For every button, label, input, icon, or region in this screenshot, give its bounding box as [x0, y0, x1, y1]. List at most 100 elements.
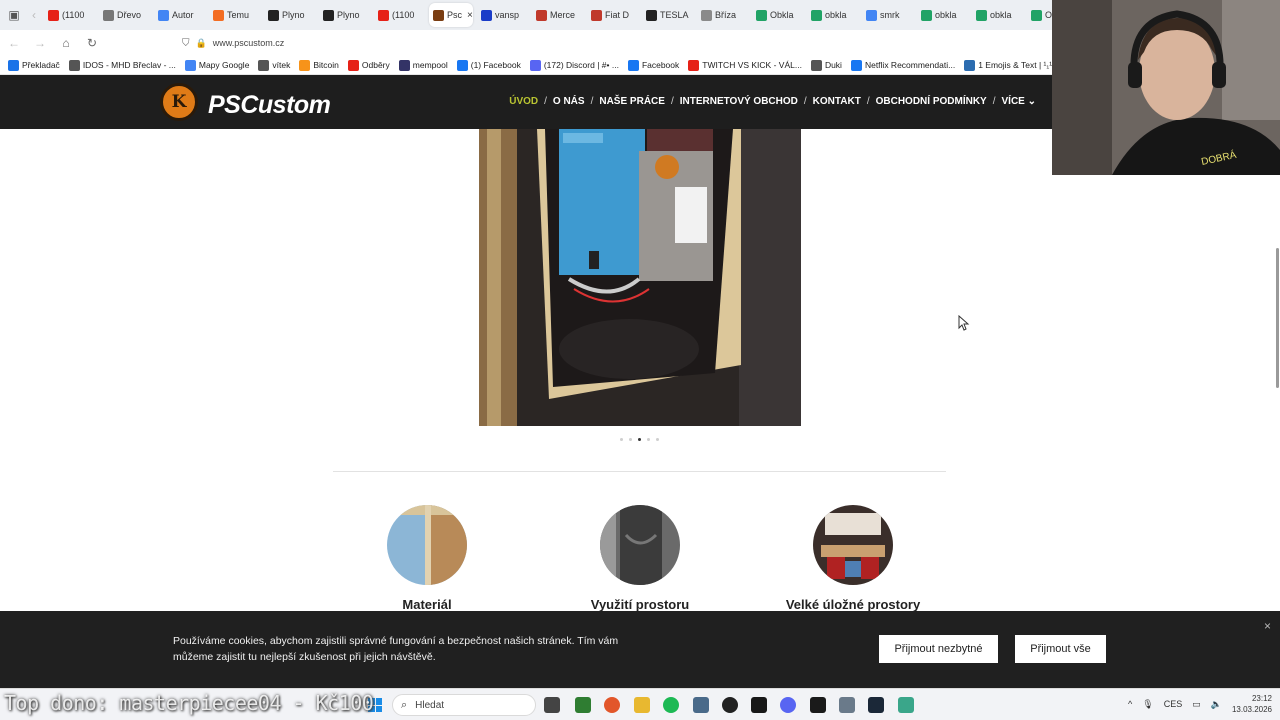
bookmark-label: 1 Emojis & Text | ¹₁¹ⓔ...	[978, 60, 1052, 70]
steam-icon[interactable]	[868, 697, 884, 713]
clock[interactable]: 23:12 13.03.2026	[1232, 693, 1272, 715]
home-icon[interactable]: ⌂	[54, 32, 78, 54]
browser-tab[interactable]: Bříza	[697, 3, 748, 27]
bookmark-item[interactable]: IDOS - MHD Břeclav - ...	[68, 59, 176, 71]
browser-tab[interactable]: vansp	[477, 3, 528, 27]
bookmark-item[interactable]: Překladač	[8, 59, 60, 71]
app-icon[interactable]	[810, 697, 826, 713]
browser-tab[interactable]: (1100	[374, 3, 425, 27]
bookmark-item[interactable]: mempool	[398, 59, 448, 71]
network-icon[interactable]: ▭	[1192, 699, 1201, 710]
bookmark-item[interactable]: Bitcoin	[299, 59, 339, 71]
close-icon[interactable]: ×	[1264, 619, 1271, 633]
slider-image	[479, 129, 801, 426]
browser-tab[interactable]: Plyno	[264, 3, 315, 27]
bookmark-item[interactable]: Odběry	[347, 59, 390, 71]
tab-overview-icon[interactable]: ▣	[4, 5, 24, 25]
discord-icon[interactable]	[780, 697, 796, 713]
back-icon[interactable]: ←	[2, 32, 26, 54]
slider-dot[interactable]	[647, 438, 650, 441]
bookmark-item[interactable]: 1 Emojis & Text | ¹₁¹ⓔ...	[964, 59, 1052, 71]
spotify-icon[interactable]	[663, 697, 679, 713]
browser-tab[interactable]: Obkla	[1027, 3, 1052, 27]
accept-all-button[interactable]: Přijmout vše	[1015, 635, 1106, 663]
bookmark-item[interactable]: Duki	[810, 59, 842, 71]
logo-mark[interactable]: K	[160, 83, 198, 121]
calculator-icon[interactable]	[693, 697, 709, 713]
bookmark-item[interactable]: Facebook	[627, 59, 679, 71]
address-bar[interactable]: ⛉ 🔒 www.pscustom.cz	[176, 33, 1036, 53]
search-placeholder: Hledat	[415, 699, 445, 711]
browser-tab[interactable]: obkla	[807, 3, 858, 27]
feature-material: Materiál	[317, 505, 537, 612]
menu-item[interactable]: O NÁS	[553, 96, 585, 107]
forward-icon[interactable]: →	[28, 32, 52, 54]
youtube-icon	[48, 9, 59, 21]
menu-item[interactable]: INTERNETOVÝ OBCHOD	[680, 96, 798, 107]
firefox-icon[interactable]	[604, 697, 620, 713]
warning-icon	[268, 9, 279, 21]
browser-tab[interactable]: Autor	[154, 3, 205, 27]
page-scrollbar[interactable]	[1276, 248, 1279, 388]
browser-tab-label: obkla	[935, 10, 957, 20]
settings-icon[interactable]	[839, 697, 855, 713]
browser-tab[interactable]: obkla	[972, 3, 1023, 27]
browser-tab[interactable]: Merce	[532, 3, 583, 27]
slider-dot[interactable]	[620, 438, 623, 441]
menu-item[interactable]: OBCHODNÍ PODMÍNKY	[876, 96, 987, 107]
taskbar-search[interactable]: ⌕ Hledat	[392, 694, 536, 716]
menu-item[interactable]: VÍCE ⌄	[1002, 96, 1037, 107]
file-explorer-icon[interactable]	[634, 697, 650, 713]
youtube-icon	[378, 9, 389, 21]
feature-space-image	[600, 505, 680, 585]
menu-item[interactable]: NAŠE PRÁCE	[599, 96, 665, 107]
globe-icon	[68, 59, 80, 71]
browser-tab[interactable]: obkla	[917, 3, 968, 27]
browser-tab[interactable]: Temu	[209, 3, 260, 27]
app-icon[interactable]	[575, 697, 591, 713]
tab-scroll-left-icon[interactable]: ‹	[24, 5, 44, 25]
bookmark-item[interactable]: Mapy Google	[184, 59, 249, 71]
bookmark-item[interactable]: TWITCH VS KICK - VÁL...	[688, 59, 802, 71]
tab-close-icon[interactable]: ×	[467, 10, 473, 21]
menu-item[interactable]: ÚVOD	[509, 96, 538, 107]
microphone-icon[interactable]: 🎙	[1142, 699, 1153, 710]
bookmark-item[interactable]: Netflix Recommendati...	[850, 59, 955, 71]
feature-storage: Velké úložné prostory	[743, 505, 963, 612]
volume-icon[interactable]: 🔈	[1211, 699, 1222, 710]
browser-tab[interactable]: TESLA	[642, 3, 693, 27]
browser-tab[interactable]: Obkla	[752, 3, 803, 27]
task-view-icon[interactable]	[544, 697, 560, 713]
bookmark-label: Odběry	[361, 60, 390, 70]
browser-tab-label: Temu	[227, 10, 250, 20]
shield-icon[interactable]: ⛉	[182, 38, 190, 49]
obs-icon[interactable]	[722, 697, 738, 713]
browser-tab[interactable]: Fiat D	[587, 3, 638, 27]
lock-icon[interactable]: 🔒	[196, 38, 207, 49]
browser-tab-label: TESLA	[660, 10, 689, 20]
browser-tab[interactable]: (1100	[44, 3, 95, 27]
browser-tab-label: obkla	[990, 10, 1012, 20]
logo-text[interactable]: PSCustom	[208, 91, 331, 120]
bookmark-item[interactable]: (1) Facebook	[456, 59, 521, 71]
slider-dot[interactable]	[638, 438, 641, 441]
browser-tab[interactable]: Dřevo	[99, 3, 150, 27]
app-icon[interactable]	[898, 697, 914, 713]
chevron-up-icon[interactable]: ^	[1128, 699, 1132, 709]
slider-dot[interactable]	[656, 438, 659, 441]
menu-item[interactable]: KONTAKT	[813, 96, 861, 107]
browser-tab-label: Obkla	[1045, 10, 1052, 20]
language-indicator[interactable]: CES	[1164, 699, 1183, 709]
bookmark-item[interactable]: vítek	[258, 59, 290, 71]
url-text[interactable]: www.pscustom.cz	[213, 38, 285, 48]
browser-tab[interactable]: smrk	[862, 3, 913, 27]
reload-icon[interactable]: ↻	[80, 32, 104, 54]
browser-tab[interactable]: Plyno	[319, 3, 370, 27]
accept-necessary-button[interactable]: Přijmout nezbytné	[879, 635, 998, 663]
slider-dot[interactable]	[629, 438, 632, 441]
page-right-area	[1052, 175, 1280, 611]
tab-list: (1100 Dřevo Autor Temu Plyno Plyno (1100 Psc × va…	[44, 3, 1052, 27]
app-icon[interactable]	[751, 697, 767, 713]
browser-tab[interactable]: Psc ×	[429, 3, 473, 27]
bookmark-item[interactable]: (172) Discord | #• ...	[529, 59, 619, 71]
